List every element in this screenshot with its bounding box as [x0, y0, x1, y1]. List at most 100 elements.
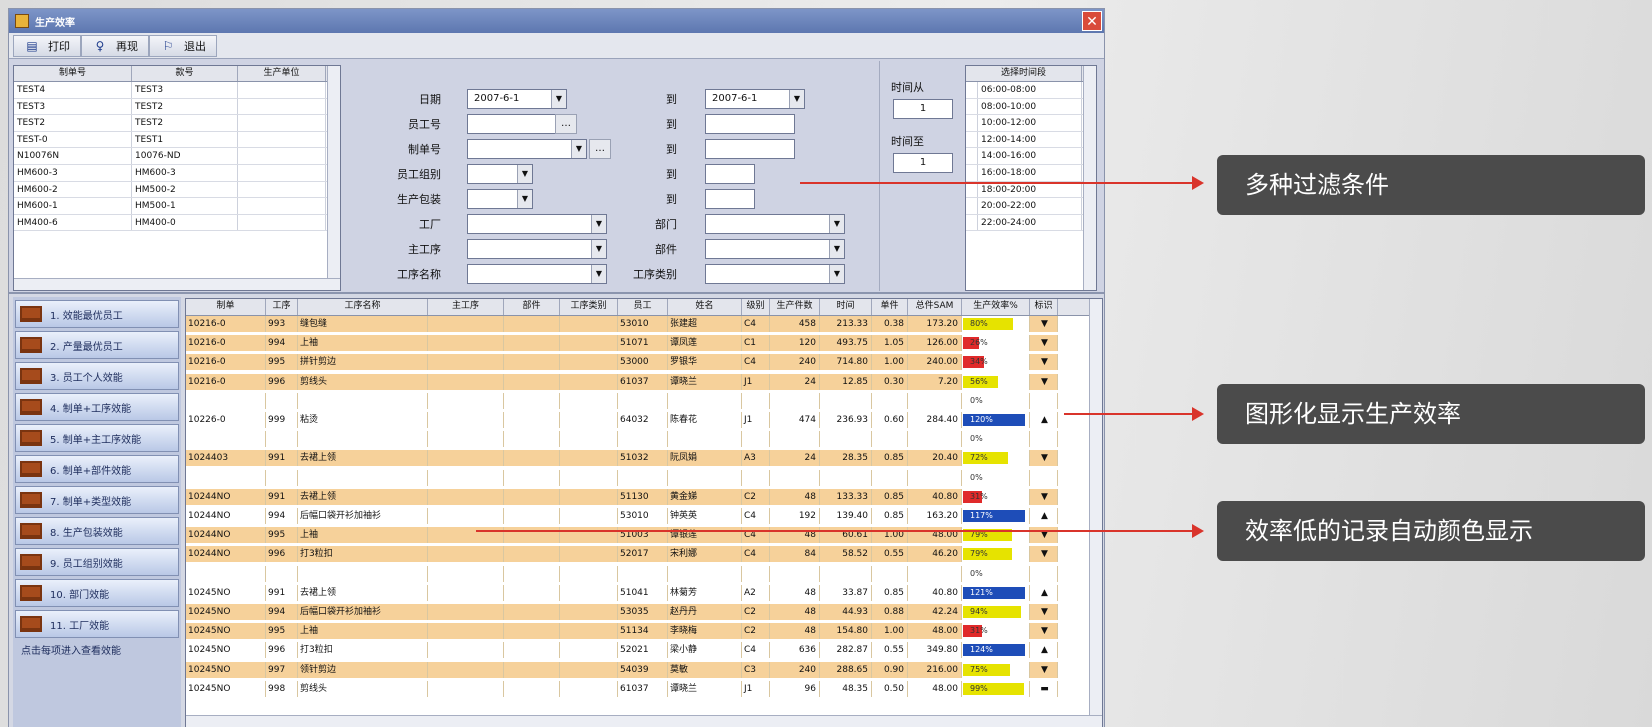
time-slot-item[interactable]: 10:00-12:00 [966, 115, 1096, 132]
nav-item-7[interactable]: 7. 制单+类型效能 [15, 486, 179, 514]
emp-no-to-field[interactable] [705, 114, 795, 134]
order-list-vscroll[interactable] [327, 66, 340, 290]
time-slot-checkbox[interactable] [966, 115, 978, 131]
print-button[interactable]: ▤ 打印 [13, 34, 81, 57]
grid-row[interactable]: 0% [186, 392, 1058, 409]
grid-col-header[interactable]: 员工 [618, 299, 668, 315]
grid-row[interactable]: 10245NO 991 去裙上领 51041 林菊芳 A2 48 33.87 0.85 40.80… [186, 584, 1058, 601]
grid-hscroll[interactable] [186, 715, 1102, 727]
chevron-down-icon[interactable]: ▼ [517, 190, 532, 208]
time-slot-item[interactable]: 20:00-22:00 [966, 198, 1096, 215]
grid-row[interactable]: 10216-0 996 剪线头 61037 谭晓兰 J1 24 12.85 0.30 7.20 56… [186, 373, 1058, 390]
order-list-hscroll[interactable] [14, 278, 340, 290]
chevron-down-icon[interactable]: ▼ [571, 140, 586, 158]
order-row[interactable]: N10076N 10076-ND [14, 148, 340, 165]
grid-row[interactable]: 10244NO 994 后幅口袋开衫加袖衫 53010 钟英英 C4 192 139.40 0.… [186, 508, 1058, 524]
time-slot-item[interactable]: 12:00-14:00 [966, 131, 1096, 149]
time-slot-checkbox[interactable] [966, 131, 978, 148]
time-slot-checkbox[interactable] [966, 164, 978, 181]
time-from-field[interactable]: 1 [893, 99, 953, 119]
nav-item-8[interactable]: 8. 生产包装效能 [15, 517, 179, 545]
picker-icon[interactable]: … [555, 114, 577, 134]
proc-name-select[interactable]: ▼ [467, 264, 607, 284]
order-no-to-field[interactable] [705, 139, 795, 159]
nav-item-4[interactable]: 4. 制单+工序效能 [15, 393, 179, 421]
time-slot-checkbox[interactable] [966, 98, 978, 115]
time-slot-item[interactable]: 06:00-08:00 [966, 82, 1096, 99]
time-slot-item[interactable]: 08:00-10:00 [966, 98, 1096, 116]
order-row[interactable]: HM600-2 HM500-2 [14, 181, 340, 199]
grid-row[interactable]: 10216-0 994 上袖 51071 谭凤莲 C1 120 493.75 1.05 126.0… [186, 335, 1058, 352]
order-row[interactable]: HM600-1 HM500-1 [14, 198, 340, 215]
order-no-field[interactable]: ▼ [467, 139, 587, 159]
time-to-field[interactable]: 1 [893, 153, 953, 173]
nav-item-9[interactable]: 9. 员工组别效能 [15, 548, 179, 576]
time-slot-list[interactable]: 选择时间段 06:00-08:00 08:00-10:00 10:00-12:00 1… [965, 65, 1097, 291]
chevron-down-icon[interactable]: ▼ [517, 165, 532, 183]
nav-item-5[interactable]: 5. 制单+主工序效能 [15, 424, 179, 452]
prod-pack-field[interactable]: ▼ [467, 189, 533, 209]
grid-row[interactable]: 10226-0 999 粘烫 64032 陈春花 J1 474 236.93 0.60 284.4… [186, 412, 1058, 428]
preview-button[interactable]: ♀ 再现 [81, 34, 149, 57]
order-row[interactable]: TEST4 TEST3 [14, 82, 340, 99]
chevron-down-icon[interactable]: ▼ [591, 215, 606, 233]
order-row[interactable]: HM600-3 HM600-3 [14, 164, 340, 182]
nav-item-6[interactable]: 6. 制单+部件效能 [15, 455, 179, 483]
grid-row[interactable]: 10216-0 993 缝包缝 53010 张建超 C4 458 213.33 0.38 173.… [186, 316, 1058, 332]
close-icon[interactable]: ✕ [1082, 11, 1102, 31]
nav-item-3[interactable]: 3. 员工个人效能 [15, 362, 179, 390]
factory-select[interactable]: ▼ [467, 214, 607, 234]
order-list-grid[interactable]: 制单号 款号 生产单位 TEST4 TEST3 TEST3 TEST2 TEST2 TEST2… [13, 65, 341, 291]
time-slot-checkbox[interactable] [966, 82, 978, 98]
order-row[interactable]: TEST-0 TEST1 [14, 131, 340, 149]
grid-row[interactable]: 10245NO 994 后幅口袋开衫加袖衫 53035 赵丹丹 C2 48 44.93 0.88… [186, 604, 1058, 620]
emp-cat-to-field[interactable] [705, 164, 755, 184]
grid-col-header[interactable]: 主工序 [428, 299, 504, 315]
grid-vscroll[interactable] [1089, 299, 1102, 727]
order-row[interactable]: HM400-6 HM400-0 [14, 214, 340, 232]
main-proc-select[interactable]: ▼ [467, 239, 607, 259]
time-slot-checkbox[interactable] [966, 148, 978, 164]
chevron-down-icon[interactable]: ▼ [591, 265, 606, 283]
emp-cat-field[interactable]: ▼ [467, 164, 533, 184]
time-slot-item[interactable]: 14:00-16:00 [966, 148, 1096, 165]
grid-col-header[interactable]: 生产件数 [770, 299, 820, 315]
grid-row[interactable]: 10216-0 995 拼针剪边 53000 罗银华 C4 240 714.80 1.00 240… [186, 354, 1058, 371]
grid-col-header[interactable]: 生产效率% [962, 299, 1030, 315]
prod-pack-to-field[interactable] [705, 189, 755, 209]
grid-col-header[interactable]: 标识 [1030, 299, 1058, 315]
efficiency-data-grid[interactable]: 制单工序工序名称主工序部件工序类别员工姓名级别生产件数时间单件SAM总件SAM生… [185, 298, 1103, 727]
time-slot-item[interactable]: 16:00-18:00 [966, 164, 1096, 182]
grid-row[interactable]: 10244NO 996 打3粒扣 52017 宋利娜 C4 84 58.52 0.55 46.20… [186, 546, 1058, 563]
order-row[interactable]: TEST2 TEST2 [14, 115, 340, 132]
time-slot-item[interactable]: 18:00-20:00 [966, 181, 1096, 199]
grid-col-header[interactable]: 工序名称 [298, 299, 428, 315]
grid-row[interactable]: 10244NO 991 去裙上领 51130 黄金娣 C2 48 133.33 0.85 40.8… [186, 488, 1058, 505]
chevron-down-icon[interactable]: ▼ [829, 265, 844, 283]
date-to-field[interactable]: 2007-6-1 ▼ [705, 89, 805, 109]
order-row[interactable]: TEST3 TEST2 [14, 98, 340, 116]
order-col-header[interactable]: 生产单位 [238, 66, 326, 81]
grid-col-header[interactable]: 工序 [266, 299, 298, 315]
order-col-header[interactable]: 款号 [132, 66, 238, 81]
proc-type-select[interactable]: ▼ [705, 264, 845, 284]
chevron-down-icon[interactable]: ▼ [789, 90, 804, 108]
chevron-down-icon[interactable]: ▼ [591, 240, 606, 258]
grid-row[interactable]: 0% [186, 431, 1058, 448]
grid-row[interactable]: 10245NO 995 上袖 51134 李晓梅 C2 48 154.80 1.00 48.00 3… [186, 623, 1058, 640]
exit-button[interactable]: ⚐ 退出 [149, 34, 217, 57]
chevron-down-icon[interactable]: ▼ [829, 240, 844, 258]
grid-col-header[interactable]: 部件 [504, 299, 560, 315]
grid-row[interactable]: 10245NO 997 领针剪边 54039 莫敏 C3 240 288.65 0.90 216.… [186, 661, 1058, 678]
grid-col-header[interactable]: 制单 [186, 299, 266, 315]
grid-row[interactable]: 0% [186, 565, 1058, 582]
nav-item-2[interactable]: 2. 产量最优员工 [15, 331, 179, 359]
chevron-down-icon[interactable]: ▼ [829, 215, 844, 233]
grid-col-header[interactable]: 总件SAM [908, 299, 962, 315]
dept-select[interactable]: ▼ [705, 214, 845, 234]
time-slot-checkbox[interactable] [966, 198, 978, 214]
time-slot-vscroll[interactable] [1083, 66, 1096, 290]
part-select[interactable]: ▼ [705, 239, 845, 259]
order-col-header[interactable]: 制单号 [14, 66, 132, 81]
grid-col-header[interactable]: 级别 [742, 299, 770, 315]
